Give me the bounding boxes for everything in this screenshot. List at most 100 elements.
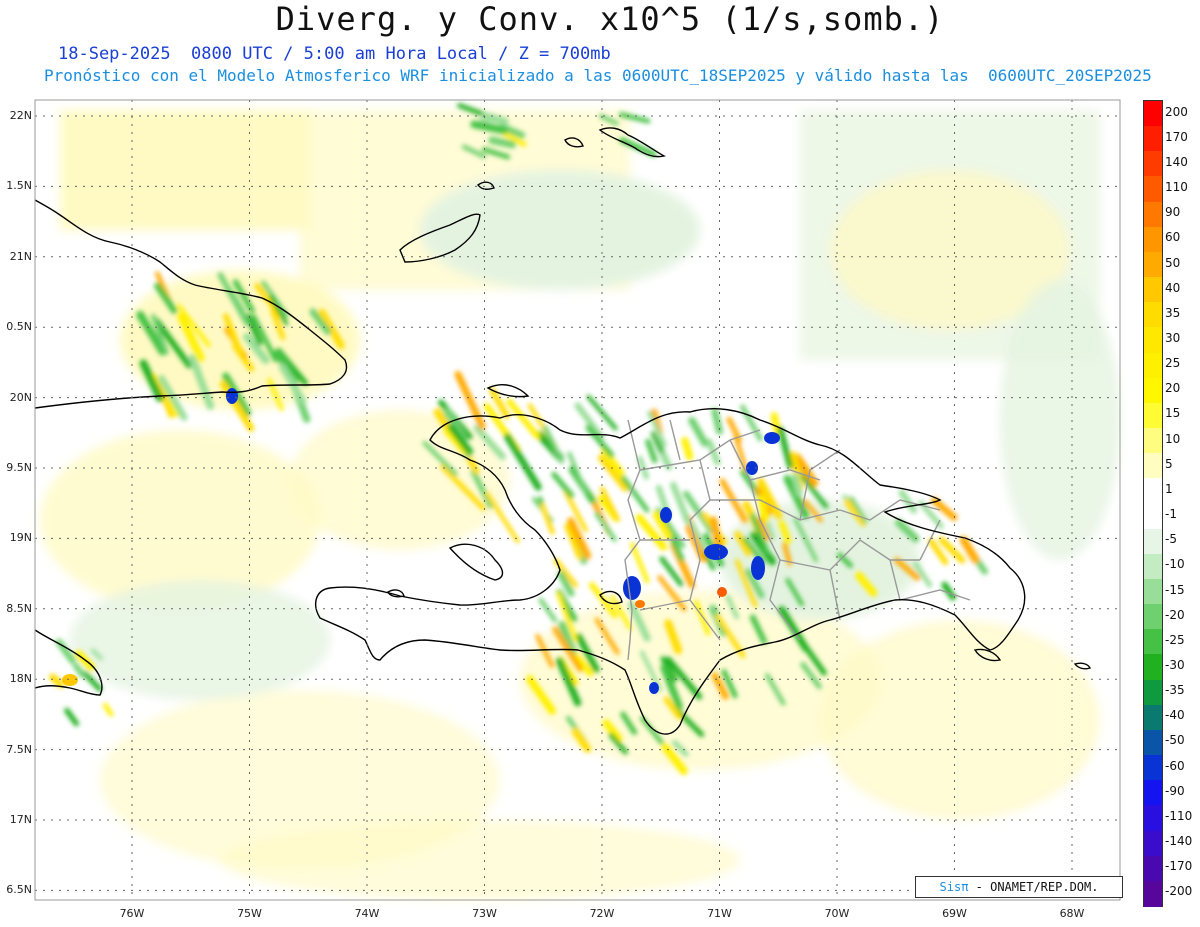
colorbar-tick-label: 35 [1165,305,1181,320]
colorbar-tick-label: -110 [1165,808,1193,823]
colorbar-swatch [1144,679,1162,706]
colorbar-tick-label: 50 [1165,255,1181,270]
lon-label: 69W [942,907,967,920]
lon-label: 76W [119,907,145,920]
colorbar-tick-label: 20 [1165,381,1181,396]
lat-label: 0.5N [6,320,32,334]
colorbar-tick-label: 140 [1165,154,1188,169]
colorbar-tick-label: -60 [1165,758,1185,773]
colorbar-swatch [1144,503,1162,530]
colorbar-swatch [1144,805,1162,832]
lon-label: 73W [472,907,497,920]
colorbar-swatch [1144,629,1162,655]
lon-label: 72W [589,907,615,920]
colorbar-tick-label: 200 [1165,104,1188,119]
colorbar-swatch [1144,377,1162,404]
lat-label: 21N [9,249,32,263]
colorbar-swatch [1144,101,1162,127]
colorbar-tick-label: -25 [1165,632,1185,647]
lat-label: 22N [9,109,32,122]
colorbar-swatch [1144,453,1162,479]
colorbar-tick-label: -10 [1165,557,1185,572]
lat-label: 8.5N [6,601,32,615]
colorbar-swatch [1144,780,1162,806]
lat-label: 6.5N [6,883,32,897]
convergence-band [482,112,509,126]
colorbar-tick-label: -40 [1165,708,1185,723]
colorbar-tick-label: 90 [1165,205,1181,220]
lon-label: 74W [354,907,380,920]
convergence-band [488,136,517,149]
colorbar-tick-label: 40 [1165,280,1181,295]
colorbar-tick-label: 60 [1165,230,1181,245]
lon-label: 70W [824,907,850,920]
colorbar-swatch [1144,428,1162,454]
colorbar-swatch [1144,855,1162,882]
lat-label: 17N [9,813,32,826]
colorbar [1143,100,1163,907]
credit-text: - ONAMET/REP.DOM. [975,880,1099,894]
colorbar-swatch [1144,402,1162,429]
colorbar-swatch [1144,327,1162,354]
colorbar-tick-label: -170 [1165,859,1193,874]
colorbar-swatch [1144,277,1162,303]
colorbar-tick-label: -35 [1165,683,1185,698]
colorbar-tick-label: 1 [1165,481,1173,496]
credit-brand: Sisπ [939,880,969,894]
colorbar-tick-label: 110 [1165,180,1188,195]
colorbar-tick-label: 5 [1165,456,1173,471]
lat-label: 20N [9,390,32,404]
credit-box: Sisπ - ONAMET/REP.DOM. [915,876,1123,898]
colorbar-tick-label: -30 [1165,658,1185,673]
convergence-band [791,472,803,497]
colorbar-swatch [1144,352,1162,379]
divergence-map [34,99,1121,901]
model-info-subtitle: Pronóstico con el Modelo Atmosferico WRF… [44,66,1152,85]
colorbar-swatch [1144,251,1162,278]
convergence-band [711,407,723,435]
colorbar-tick-label: -15 [1165,582,1185,597]
colorbar-tick-label: 30 [1165,330,1181,345]
colorbar-tick-label: 10 [1165,431,1181,446]
colorbar-swatch [1144,755,1162,781]
colorbar-swatch [1144,704,1162,731]
lat-label: 9.5N [6,461,32,474]
colorbar-tick-label: -50 [1165,733,1185,748]
colorbar-swatch [1144,201,1162,228]
colorbar-tick-label: 25 [1165,356,1181,371]
colorbar-tick-label: 170 [1165,129,1188,144]
colorbar-swatch [1144,302,1162,328]
colorbar-swatch [1144,553,1162,580]
lat-label: 7.5N [6,742,32,756]
colorbar-swatch [1144,478,1162,504]
lat-label: 18N [9,672,32,686]
colorbar-swatch [1144,226,1162,253]
convergence-band [770,412,782,437]
lon-label: 75W [237,907,262,920]
colorbar-tick-label: -1 [1165,507,1177,522]
lat-label: 1.5N [6,179,32,193]
colorbar-swatch [1144,126,1162,152]
valid-time-subtitle: 18-Sep-2025 0800 UTC / 5:00 am Hora Loca… [58,44,611,64]
colorbar-swatch [1144,654,1162,681]
map-title: Diverg. y Conv. x10^5 (1/s,somb.) [275,0,945,38]
colorbar-tick-label: 15 [1165,406,1181,421]
colorbar-swatch [1144,830,1162,857]
lat-label: 19N [9,531,32,545]
colorbar-tick-label: -200 [1165,884,1193,899]
colorbar-swatch [1144,578,1162,605]
colorbar-swatch [1144,880,1162,907]
lon-label: 68W [1059,907,1085,920]
colorbar-tick-label: -90 [1165,783,1185,798]
lon-label: 71W [707,907,732,920]
colorbar-swatch [1144,604,1162,630]
map-panel [0,0,1200,927]
convergence-band [681,437,694,461]
colorbar-tick-label: -20 [1165,607,1185,622]
colorbar-swatch [1144,528,1162,555]
colorbar-tick-label: -5 [1165,532,1177,547]
colorbar-swatch [1144,151,1162,177]
colorbar-swatch [1144,176,1162,203]
colorbar-swatch [1144,729,1162,756]
colorbar-tick-label: -140 [1165,834,1193,849]
